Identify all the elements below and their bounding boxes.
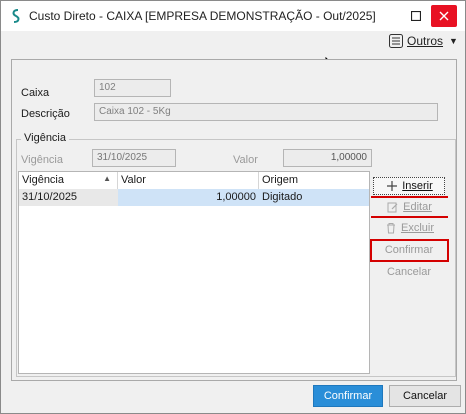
annotation-box [370, 239, 449, 262]
close-icon [439, 11, 449, 21]
list-icon [389, 34, 403, 48]
close-button[interactable] [431, 5, 457, 27]
column-header-vigencia[interactable]: Vigência ▲ [19, 172, 118, 189]
vigencia-label: Vigência [21, 154, 63, 166]
vigencia-group-title: Vigência [21, 132, 69, 144]
trash-icon [384, 221, 398, 235]
editar-button[interactable]: Editar [373, 198, 445, 216]
caixa-field[interactable]: 102 [94, 79, 171, 97]
inserir-button[interactable]: Inserir [373, 177, 445, 195]
sort-ascending-icon: ▲ [103, 174, 111, 183]
custo-direto-window: Custo Direto - CAIXA [EMPRESA DEMONSTRAÇ… [0, 0, 466, 414]
cell-vigencia: 31/10/2025 [19, 189, 118, 206]
column-header-origem[interactable]: Origem [259, 172, 369, 189]
valor-label: Valor [233, 154, 258, 166]
vigencia-grid[interactable]: Vigência ▲ Valor Origem 31/10/2025 1,000… [18, 171, 370, 374]
cancelar-side-label: Cancelar [386, 266, 432, 278]
cancelar-button-label: Cancelar [402, 390, 448, 402]
cell-origem: Digitado [259, 189, 369, 206]
confirmar-button-label: Confirmar [323, 390, 373, 402]
confirmar-button[interactable]: Confirmar [313, 385, 383, 407]
column-header-label: Valor [121, 174, 146, 186]
outros-label: Outros [407, 34, 444, 48]
column-header-label: Origem [262, 174, 299, 186]
plus-icon [385, 179, 399, 193]
column-header-label: Vigência [22, 174, 64, 186]
cancelar-side-button[interactable]: Cancelar [373, 263, 445, 281]
cancelar-button[interactable]: Cancelar [389, 385, 461, 407]
window-title: Custo Direto - CAIXA [EMPRESA DEMONSTRAÇ… [29, 9, 376, 23]
cell-valor: 1,00000 [118, 189, 259, 206]
descricao-label: Descrição [21, 108, 70, 120]
title-bar: Custo Direto - CAIXA [EMPRESA DEMONSTRAÇ… [1, 1, 465, 31]
column-header-valor[interactable]: Valor [118, 172, 259, 189]
descricao-field[interactable]: Caixa 102 - 5Kg [94, 103, 438, 121]
excluir-label: Excluir [400, 222, 434, 234]
annotation-underline [371, 216, 448, 218]
toolbar: Outros ▼ [1, 31, 465, 51]
chevron-down-icon: ▼ [449, 36, 458, 46]
grid-header: Vigência ▲ Valor Origem [19, 172, 369, 189]
valor-field[interactable]: 1,00000 [283, 149, 372, 167]
inserir-label: Inserir [402, 180, 433, 192]
vigencia-date-field[interactable]: 31/10/2025 [92, 149, 176, 167]
maximize-button[interactable] [403, 5, 429, 27]
edit-icon [386, 200, 400, 214]
caixa-label: Caixa [21, 87, 50, 99]
outros-menu-button[interactable]: Outros ▼ [389, 32, 458, 50]
excluir-button[interactable]: Excluir [373, 219, 445, 237]
app-logo-icon [12, 9, 20, 23]
table-row[interactable]: 31/10/2025 1,00000 Digitado [19, 189, 369, 206]
maximize-icon [411, 11, 421, 21]
editar-label: Editar [403, 201, 432, 213]
